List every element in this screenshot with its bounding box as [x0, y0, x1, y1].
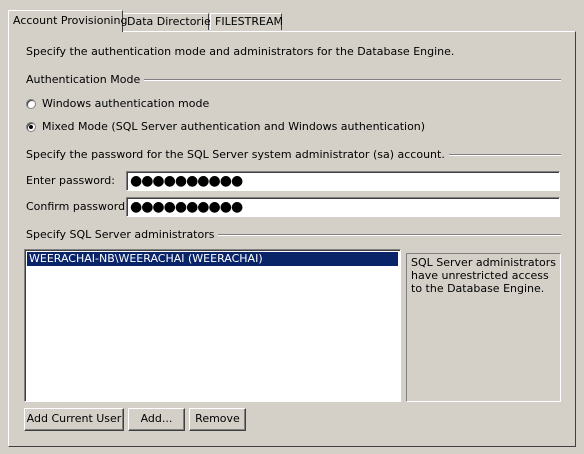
confirm-password-label: Confirm password: — [26, 200, 129, 213]
sa-password-group: Specify the password for the SQL Server … — [26, 148, 561, 161]
intro-text: Specify the authentication mode and admi… — [26, 45, 455, 58]
auth-mode-group: Authentication Mode — [26, 73, 561, 86]
administrators-divider — [218, 233, 561, 236]
tab-strip: Account Provisioning Data Directories FI… — [8, 10, 576, 32]
windows-auth-label: Windows authentication mode — [42, 97, 210, 110]
add-current-user-button[interactable]: Add Current User — [24, 408, 124, 431]
auth-mode-divider — [144, 78, 561, 81]
tab-data-directories[interactable]: Data Directories — [122, 13, 217, 30]
administrators-label: Specify SQL Server administrators — [26, 228, 215, 241]
radio-checked-icon[interactable] — [26, 121, 36, 132]
mixed-mode-radio[interactable]: Mixed Mode (SQL Server authentication an… — [26, 120, 425, 133]
mixed-mode-label: Mixed Mode (SQL Server authentication an… — [42, 120, 426, 133]
administrators-group: Specify SQL Server administrators — [26, 228, 561, 241]
account-provisioning-panel: Specify the authentication mode and admi… — [8, 31, 576, 447]
tab-filestream[interactable]: FILESTREAM — [210, 13, 283, 30]
list-item[interactable]: WEERACHAI-NB\WEERACHAI (WEERACHAI) — [27, 252, 398, 266]
administrators-listbox[interactable]: WEERACHAI-NB\WEERACHAI (WEERACHAI) — [24, 249, 401, 402]
sa-password-label: Specify the password for the SQL Server … — [26, 148, 445, 161]
confirm-password-input[interactable]: ●●●●●●●●●● — [126, 197, 560, 217]
tab-account-provisioning[interactable]: Account Provisioning — [8, 10, 127, 32]
radio-unchecked-icon[interactable] — [26, 98, 36, 109]
auth-mode-label: Authentication Mode — [26, 73, 141, 86]
sa-password-divider — [448, 153, 561, 156]
administrators-info-text: SQL Server administrators have unrestric… — [411, 256, 556, 295]
remove-button[interactable]: Remove — [189, 408, 246, 431]
enter-password-input[interactable]: ●●●●●●●●●● — [126, 171, 560, 191]
administrators-info-box: SQL Server administrators have unrestric… — [406, 253, 561, 402]
add-button[interactable]: Add... — [128, 408, 185, 431]
enter-password-label: Enter password: — [26, 174, 115, 187]
windows-auth-radio[interactable]: Windows authentication mode — [26, 97, 209, 110]
